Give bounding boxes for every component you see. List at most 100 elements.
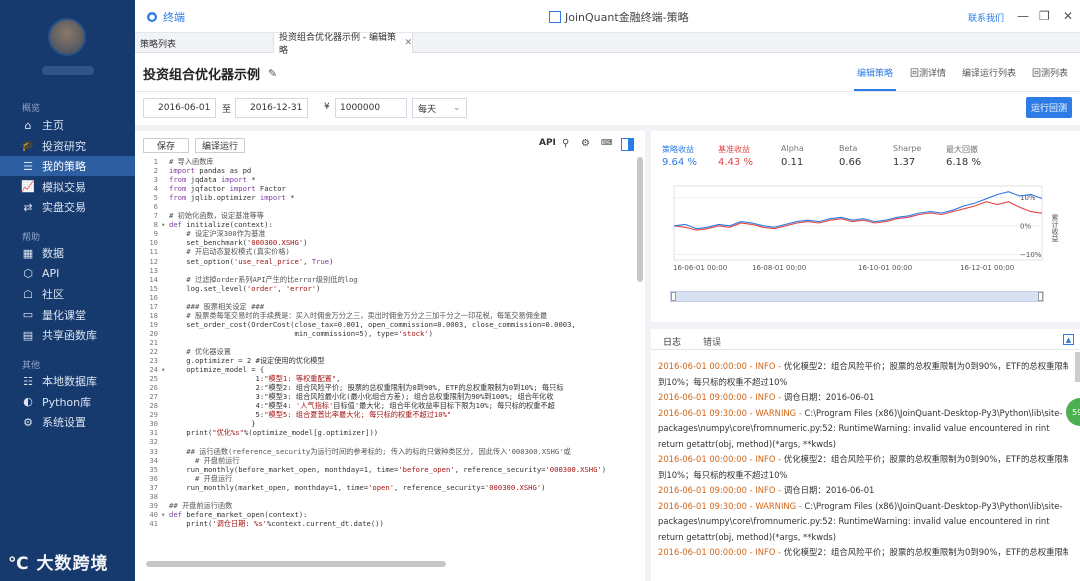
- code-line[interactable]: 19 set_order_cost(OrderCost(close_tax=0.…: [135, 320, 640, 329]
- tab-log[interactable]: 日志: [663, 335, 681, 348]
- sidebar-item[interactable]: ⇄ 实盘交易: [0, 197, 135, 217]
- code-line[interactable]: 39 ## 开盘前运行函数: [135, 501, 640, 510]
- code-line[interactable]: 37 run_monthly(market_open, monthday=1, …: [135, 483, 640, 492]
- code-line[interactable]: 10 set_benchmark('000300.XSHG'): [135, 238, 640, 247]
- code-line[interactable]: 24 ▾ optimize_model = {: [135, 365, 640, 374]
- sidebar-item[interactable]: ▭ 量化课堂: [0, 305, 135, 325]
- code-line[interactable]: 6: [135, 202, 640, 211]
- code-line[interactable]: 9 # 设定沪深300作为基准: [135, 229, 640, 238]
- terminal-home-link[interactable]: ● 终端: [147, 9, 185, 25]
- code-line[interactable]: 23 g.optimizer = 2 #设定使用的优化模型: [135, 356, 640, 365]
- code-line[interactable]: 18 # 股票类每笔交易时的手续费是：买入时佣金万分之三，卖出时佣金万分之三加千…: [135, 311, 640, 320]
- tab-edit-strategy-right[interactable]: 编辑策略: [857, 66, 893, 79]
- code-line[interactable]: 1 # 导入函数库: [135, 157, 640, 166]
- tab-strategy-list[interactable]: 策略列表: [135, 33, 273, 53]
- code-line[interactable]: 35 run_monthly(before_market_open, month…: [135, 465, 640, 474]
- contact-us-link[interactable]: 联系我们: [968, 11, 1004, 24]
- code-line[interactable]: 21: [135, 338, 640, 347]
- code-editor[interactable]: 1 # 导入函数库 2 import pandas as pd 3 from jqdata…: [135, 157, 640, 562]
- frequency-select[interactable]: 每天 ⌄: [412, 98, 467, 118]
- keyboard-icon[interactable]: ⌨: [601, 138, 613, 147]
- sidebar-item[interactable]: 📈 模拟交易: [0, 177, 135, 197]
- code-line[interactable]: 32: [135, 437, 640, 446]
- save-button[interactable]: 保存: [143, 138, 189, 153]
- tab-edit-strategy[interactable]: 投资组合优化器示例 - 编辑策略 ✕: [273, 33, 413, 56]
- layout-toggle-icon[interactable]: [621, 138, 634, 151]
- pencil-icon[interactable]: ✎: [268, 67, 277, 80]
- floating-widget[interactable]: 59: [1066, 398, 1080, 426]
- log-scrollbar[interactable]: [1075, 352, 1080, 382]
- code-line[interactable]: 13: [135, 266, 640, 275]
- code-line[interactable]: 12 set_option('use_real_price', True): [135, 257, 640, 266]
- start-date-input[interactable]: 2016-06-01: [143, 98, 216, 118]
- sidebar-item[interactable]: ☷ 本地数据库: [0, 371, 135, 391]
- code-line[interactable]: 34 # 开盘前运行: [135, 456, 640, 465]
- currency-symbol: ¥: [324, 102, 330, 112]
- code-line[interactable]: 41 print('调仓日期: %s'%context.current_dt.d…: [135, 519, 640, 528]
- code-line[interactable]: 25 1:"模型1: 等权重配置",: [135, 374, 640, 383]
- code-line[interactable]: 36 # 开盘运行: [135, 474, 640, 483]
- code-line[interactable]: 22 # 优化器设置: [135, 347, 640, 356]
- end-date-input[interactable]: 2016-12-31: [235, 98, 308, 118]
- log-timestamp: 2016-06-01 00:00:00: [658, 361, 747, 371]
- code-line[interactable]: 2 import pandas as pd: [135, 166, 640, 175]
- fold-toggle[interactable]: ▾: [161, 220, 169, 229]
- code-line[interactable]: 3 from jqdata import *: [135, 175, 640, 184]
- close-tab-icon[interactable]: ✕: [404, 38, 412, 48]
- code-line[interactable]: 27 3:"模型3: 组合风险最小化(最小化组合方差); 组合总权重限制为90%…: [135, 392, 640, 401]
- code-line[interactable]: 29 5:"模型5: 组合夏普比率最大化; 每只标的权重不超过10%": [135, 410, 640, 419]
- fold-toggle[interactable]: ▾: [161, 365, 169, 374]
- sidebar-item[interactable]: 🎓 投资研究: [0, 136, 135, 156]
- tab-backtest-details[interactable]: 回测详情: [910, 66, 946, 79]
- code-line[interactable]: 26 2:"模型2: 组合风险平价; 股票的总权重限制为0到90%, ETF的总…: [135, 383, 640, 392]
- sidebar-item[interactable]: ☖ 社区: [0, 284, 135, 304]
- code-line[interactable]: 8 ▾ def initialize(context):: [135, 220, 640, 229]
- range-handle-start[interactable]: [671, 292, 676, 301]
- code-line[interactable]: 31 print("优化%s"%(optimize_model[g.optimi…: [135, 428, 640, 437]
- code-line[interactable]: 33 ## 运行函数(reference_security为运行时间的参考标的;…: [135, 447, 640, 456]
- code-line[interactable]: 11 # 开启动态复权模式(真实价格): [135, 247, 640, 256]
- code-line[interactable]: 38: [135, 492, 640, 501]
- avatar[interactable]: [48, 18, 86, 56]
- code-line[interactable]: 17 ### 股票相关设定 ###: [135, 302, 640, 311]
- range-handle-end[interactable]: [1038, 292, 1043, 301]
- sidebar-item[interactable]: ☰ 我的策略: [0, 156, 135, 176]
- close-icon[interactable]: ✕: [1063, 9, 1073, 23]
- code-line[interactable]: 28 4:"模型4: '人气指标'目标值'最大化; 组合年化收益率目标下限为10…: [135, 401, 640, 410]
- sidebar-item[interactable]: ⚙ 系统设置: [0, 412, 135, 432]
- api-button[interactable]: API: [539, 138, 556, 148]
- editor-horizontal-scrollbar[interactable]: [146, 561, 446, 567]
- tab-backtest-list[interactable]: 回测列表: [1032, 66, 1068, 79]
- sidebar-item[interactable]: ⬡ API: [0, 264, 135, 284]
- capital-input[interactable]: 1000000: [335, 98, 407, 118]
- code-text: import pandas as pd: [169, 166, 252, 176]
- code-line[interactable]: 7 # 初始化函数，设定基准等等: [135, 211, 640, 220]
- run-backtest-button[interactable]: 运行回测: [1026, 97, 1072, 118]
- sidebar-item[interactable]: ▦ 数据: [0, 243, 135, 263]
- date-range-slider[interactable]: [670, 291, 1044, 302]
- sidebar-item[interactable]: ◐ Python库: [0, 392, 135, 412]
- collapse-panel-icon[interactable]: ▲: [1063, 334, 1074, 345]
- sidebar-item[interactable]: ⌂ 主页: [0, 115, 135, 135]
- code-line[interactable]: 15 log.set_level('order', 'error'): [135, 284, 640, 293]
- editor-vertical-scrollbar[interactable]: [637, 157, 643, 282]
- code-line[interactable]: 20 min_commission=5), type='stock'): [135, 329, 640, 338]
- sidebar-item[interactable]: ▤ 共享函数库: [0, 325, 135, 345]
- code-line[interactable]: 14 # 过滤掉order系列API产生的比error级别低的log: [135, 275, 640, 284]
- compile-run-button[interactable]: 编译运行: [195, 138, 245, 153]
- pane-splitter[interactable]: [645, 131, 651, 581]
- code-line[interactable]: 16: [135, 293, 640, 302]
- sidebar-item-label: 共享函数库: [42, 329, 97, 342]
- code-line[interactable]: 4 from jqfactor import Factor: [135, 184, 640, 193]
- gear-icon[interactable]: ⚙: [581, 138, 590, 149]
- code-line[interactable]: 5 from jqlib.optimizer import *: [135, 193, 640, 202]
- code-line[interactable]: 30 }: [135, 419, 640, 428]
- search-icon[interactable]: ⚲: [562, 138, 569, 149]
- tab-error[interactable]: 错误: [703, 335, 721, 348]
- restore-icon[interactable]: ❐: [1039, 9, 1050, 23]
- code-line[interactable]: 40 ▾ def before_market_open(context):: [135, 510, 640, 519]
- tab-compile-list[interactable]: 编译运行列表: [962, 66, 1016, 79]
- minimize-icon[interactable]: —: [1017, 9, 1029, 23]
- fold-toggle[interactable]: ▾: [161, 510, 169, 519]
- log-level: WARNING: [755, 500, 797, 511]
